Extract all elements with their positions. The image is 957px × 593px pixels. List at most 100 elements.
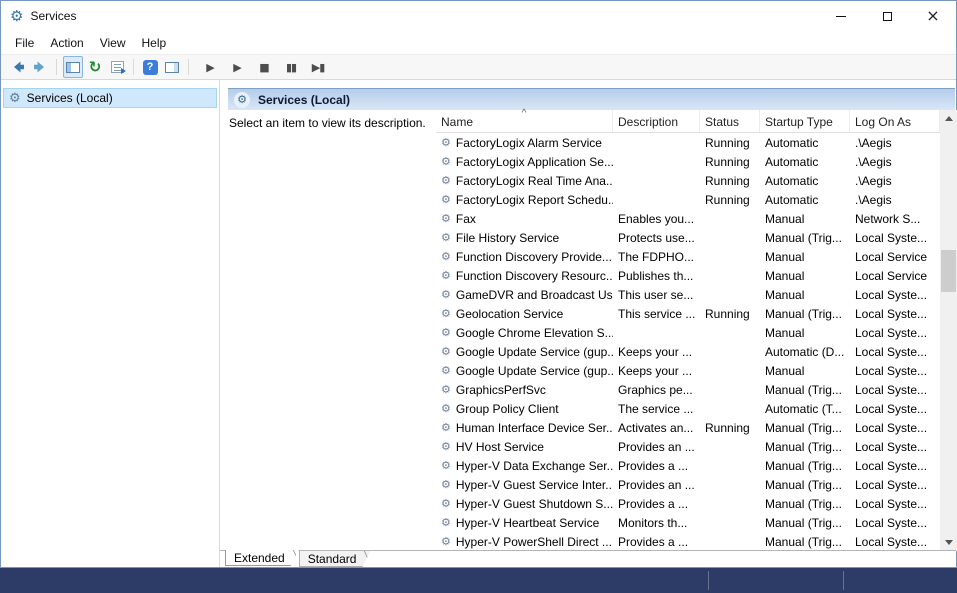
table-row[interactable]: ⚙Google Chrome Elevation S...ManualLocal… [436,323,940,342]
refresh-button[interactable]: ↻ [85,56,105,78]
cell-startup-type: Manual (Trig... [760,513,850,532]
table-row[interactable]: ⚙Function Discovery Resourc...Publishes … [436,266,940,285]
restart-service-button[interactable]: ▶▮ [308,56,328,78]
table-row[interactable]: ⚙Hyper-V Guest Service Inter...Provides … [436,475,940,494]
cell-status [700,437,760,456]
back-button[interactable] [8,56,28,78]
minimize-icon [836,16,846,17]
table-row[interactable]: ⚙GraphicsPerfSvcGraphics pe...Manual (Tr… [436,380,940,399]
tree-item-services-local[interactable]: ⚙ Services (Local) [3,88,217,108]
cell-status: Running [700,171,760,190]
cell-description: Monitors th... [613,513,700,532]
sort-ascending-icon: ^ [522,108,527,119]
tab-standard[interactable]: Standard [299,551,371,567]
column-header-status[interactable]: Status [700,110,760,132]
table-row[interactable]: ⚙Hyper-V Heartbeat ServiceMonitors th...… [436,513,940,532]
cell-description: Publishes th... [613,266,700,285]
column-header-startup-type[interactable]: Startup Type [760,110,850,132]
stop-service-icon: ■ [259,61,268,74]
cell-startup-type: Automatic [760,152,850,171]
table-row[interactable]: ⚙HV Host ServiceProvides an ...Manual (T… [436,437,940,456]
table-row[interactable]: ⚙Hyper-V PowerShell Direct ...Provides a… [436,532,940,551]
help-button[interactable]: ? [140,56,160,78]
table-row[interactable]: ⚙Google Update Service (gup...Keeps your… [436,342,940,361]
cell-name: ⚙Group Policy Client [436,399,613,418]
toolbar-separator [56,59,57,75]
resume-service-icon: ▶ [233,61,240,74]
menu-item-file[interactable]: File [7,33,42,53]
cell-status [700,456,760,475]
cell-name: ⚙Function Discovery Resourc... [436,266,613,285]
description-hint: Select an item to view its description. [229,116,429,130]
cell-description: Provides a ... [613,532,700,551]
cell-description: Provides an ... [613,437,700,456]
table-row[interactable]: ⚙Hyper-V Guest Shutdown S...Provides a .… [436,494,940,513]
column-header-label: Name [441,115,473,129]
cell-status [700,513,760,532]
menu-item-action[interactable]: Action [42,33,91,53]
scrollbar-thumb[interactable] [941,250,956,292]
forward-button[interactable] [30,56,50,78]
table-row[interactable]: ⚙Hyper-V Data Exchange Ser...Provides a … [436,456,940,475]
cell-log-on-as: Local Syste... [850,456,940,475]
cell-startup-type: Manual (Trig... [760,532,850,551]
table-row[interactable]: ⚙FactoryLogix Alarm ServiceRunningAutoma… [436,133,940,152]
table-row[interactable]: ⚙Geolocation ServiceThis service ...Runn… [436,304,940,323]
cell-status: Running [700,133,760,152]
close-button[interactable]: × [910,1,956,31]
maximize-button[interactable] [864,1,910,31]
scroll-up-button[interactable] [940,110,957,127]
table-row[interactable]: ⚙FactoryLogix Application Se...RunningAu… [436,152,940,171]
snapin-header-band: ⚙ Services (Local) [228,88,955,110]
start-service-icon: ▶ [206,61,213,74]
pause-service-button[interactable]: ▮▮ [281,56,301,78]
scroll-down-button[interactable] [940,534,957,551]
menu-item-help[interactable]: Help [134,33,175,53]
column-header-name[interactable]: Name ^ [436,110,613,132]
export-list-button[interactable] [107,56,127,78]
table-row[interactable]: ⚙Function Discovery Provide...The FDPHO.… [436,247,940,266]
back-arrow-icon [10,59,26,75]
table-row[interactable]: ⚙File History ServiceProtects use...Manu… [436,228,940,247]
table-row[interactable]: ⚙Group Policy ClientThe service ...Autom… [436,399,940,418]
maximize-icon [883,12,892,21]
show-action-pane-button[interactable] [162,56,182,78]
cell-description [613,171,700,190]
cell-log-on-as: Local Service [850,247,940,266]
cell-name: ⚙FactoryLogix Application Se... [436,152,613,171]
service-gear-icon: ⚙ [441,384,451,395]
cell-startup-type: Manual (Trig... [760,437,850,456]
cell-status [700,399,760,418]
table-row[interactable]: ⚙FactoryLogix Report Schedu...RunningAut… [436,190,940,209]
cell-description [613,323,700,342]
cell-status [700,266,760,285]
taskbar-separator [843,571,844,590]
pause-service-icon: ▮▮ [286,61,296,74]
minimize-button[interactable] [818,1,864,31]
column-header-description[interactable]: Description [613,110,700,132]
cell-status [700,228,760,247]
table-row[interactable]: ⚙FaxEnables you...ManualNetwork S... [436,209,940,228]
service-gear-icon: ⚙ [441,460,451,471]
cell-description: Graphics pe... [613,380,700,399]
cell-name: ⚙GameDVR and Broadcast Us... [436,285,613,304]
table-row[interactable]: ⚙GameDVR and Broadcast Us...This user se… [436,285,940,304]
tab-extended[interactable]: Extended [225,550,299,566]
column-header-log-on-as[interactable]: Log On As [850,110,940,132]
table-row[interactable]: ⚙FactoryLogix Real Time Ana...RunningAut… [436,171,940,190]
resume-service-button[interactable]: ▶ [227,56,247,78]
cell-description [613,133,700,152]
vertical-scrollbar[interactable] [940,110,957,551]
tree-item-label: Services (Local) [27,91,113,105]
cell-description [613,190,700,209]
stop-service-button[interactable]: ■ [254,56,274,78]
table-row[interactable]: ⚙Human Interface Device Ser...Activates … [436,418,940,437]
cell-startup-type: Manual (Trig... [760,380,850,399]
forward-arrow-icon [32,59,48,75]
show-console-tree-button[interactable] [63,56,83,78]
start-service-button[interactable]: ▶ [200,56,220,78]
service-list: ⚙FactoryLogix Alarm ServiceRunningAutoma… [436,133,940,551]
menu-item-view[interactable]: View [92,33,134,53]
table-row[interactable]: ⚙Google Update Service (gup...Keeps your… [436,361,940,380]
taskbar[interactable] [0,568,957,593]
